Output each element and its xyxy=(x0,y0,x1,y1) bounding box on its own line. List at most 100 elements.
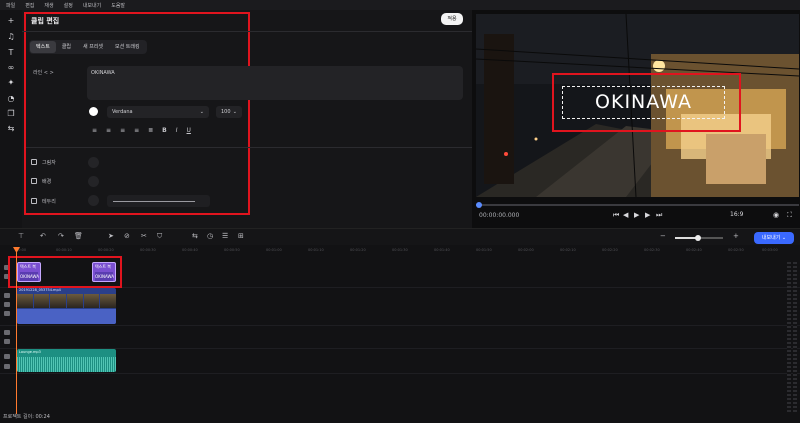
skip-end-icon[interactable]: ⏭ xyxy=(656,211,662,220)
ruler-tick: 00:01:10 xyxy=(308,248,324,252)
align-center-icon[interactable]: ≡ xyxy=(106,127,111,134)
lock-icon[interactable] xyxy=(4,339,10,344)
skip-start-icon[interactable]: ⏮ xyxy=(613,211,619,220)
ruler-tick: 00:00:40 xyxy=(182,248,198,252)
ruler-tick: 00:02:50 xyxy=(728,248,744,252)
speaker-icon[interactable] xyxy=(4,354,10,359)
apply-button[interactable]: 적용 xyxy=(441,13,463,25)
justify-all-icon[interactable]: ≣ xyxy=(148,127,153,134)
shadow-checkbox[interactable] xyxy=(31,159,37,165)
menu-settings[interactable]: 설정 xyxy=(64,2,73,9)
text-color-swatch[interactable] xyxy=(89,107,98,116)
plus-icon[interactable]: + xyxy=(5,16,17,26)
tab-new-preset[interactable]: 새 프리셋 xyxy=(77,41,109,53)
font-select[interactable]: Verdana ⌄ xyxy=(107,106,209,118)
shield-icon[interactable]: ⛉ xyxy=(157,232,162,241)
progress-knob[interactable] xyxy=(476,202,482,208)
scissors-icon[interactable]: ✂ xyxy=(141,232,147,240)
border-style-select[interactable] xyxy=(107,195,210,207)
ruler-tick: 00:02:00 xyxy=(518,248,534,252)
underline-icon[interactable]: U xyxy=(187,127,191,134)
background-color-swatch[interactable] xyxy=(88,176,99,187)
step-forward-icon[interactable]: ▶ xyxy=(645,211,650,219)
ruler-tick: 00:00:50 xyxy=(224,248,240,252)
play-icon[interactable]: ▶ xyxy=(634,211,639,219)
audio-meter-right xyxy=(793,262,797,412)
video-audio-waveform xyxy=(17,309,116,324)
ruler-tick: 00:00:20 xyxy=(98,248,114,252)
ban-icon[interactable]: ⊘ xyxy=(124,232,130,240)
zoom-out-icon[interactable]: − xyxy=(660,232,666,240)
ruler-tick: 00:03:00 xyxy=(762,248,778,252)
aspect-select[interactable]: 16:9 xyxy=(730,211,743,218)
align-left-icon[interactable]: ≡ xyxy=(92,127,97,134)
align-right-icon[interactable]: ≡ xyxy=(120,127,125,134)
video-clip-name: 20191228_053754.mp4 xyxy=(19,288,61,292)
camera-icon[interactable]: ◉ xyxy=(773,211,779,219)
divider xyxy=(26,147,472,148)
lock-icon[interactable] xyxy=(4,311,10,316)
infinity-icon[interactable]: ∞ xyxy=(5,63,17,73)
border-checkbox[interactable] xyxy=(31,198,37,204)
music-note-icon[interactable]: ♫ xyxy=(5,32,17,42)
border-color-swatch[interactable] xyxy=(88,195,99,206)
zoom-slider[interactable] xyxy=(675,235,723,241)
track-divider xyxy=(0,373,800,374)
ruler-tick: 00:02:20 xyxy=(602,248,618,252)
playhead[interactable] xyxy=(16,249,17,414)
line-label[interactable]: 라인 < > xyxy=(33,69,54,76)
audio-waveform xyxy=(17,357,116,372)
sticker-icon[interactable]: ◔ xyxy=(5,94,17,104)
speaker-icon[interactable] xyxy=(4,302,10,307)
ruler-tick: 00:00:10 xyxy=(56,248,72,252)
menu-help[interactable]: 도움말 xyxy=(111,2,125,9)
audio-clip-name: Lounge.mp3 xyxy=(19,350,41,354)
italic-icon[interactable]: I xyxy=(176,127,178,134)
eye-icon[interactable] xyxy=(4,293,10,298)
audio-clip[interactable]: Lounge.mp3 xyxy=(17,349,116,372)
menu-file[interactable]: 파일 xyxy=(6,2,15,9)
time-ruler[interactable]: 00:00 00:00:10 00:00:20 00:00:30 00:00:4… xyxy=(14,246,778,256)
preview-progress[interactable] xyxy=(476,202,799,208)
text-icon[interactable]: T xyxy=(5,48,17,58)
fullscreen-icon[interactable]: ⛶ xyxy=(787,211,792,220)
menu-play[interactable]: 재생 xyxy=(44,2,53,9)
tab-motion-tracking[interactable]: 모션 트래킹 xyxy=(109,41,146,53)
sync-icon[interactable]: ⇆ xyxy=(192,232,198,240)
step-back-icon[interactable]: ◀ xyxy=(623,211,628,219)
zoom-in-icon[interactable]: + xyxy=(733,232,739,240)
tab-clip[interactable]: 클립 xyxy=(56,41,77,53)
export-label: 내보내기 xyxy=(761,235,781,241)
font-size-select[interactable]: 100 ⌄ xyxy=(216,106,242,118)
sparkle-icon[interactable]: ✦ xyxy=(5,78,17,88)
menu-edit[interactable]: 편집 xyxy=(25,2,34,9)
ruler-tick: 00:02:30 xyxy=(644,248,660,252)
delete-icon[interactable]: 🗑 xyxy=(74,232,83,240)
redo-icon[interactable]: ↷ xyxy=(58,232,64,240)
link-icon[interactable]: ⇆ xyxy=(5,124,17,134)
chevron-down-icon: ⌄ xyxy=(781,235,787,241)
ruler-tick: 00:00:30 xyxy=(140,248,156,252)
eye-icon[interactable] xyxy=(4,330,10,335)
sliders-icon[interactable]: ☰ xyxy=(222,232,228,240)
add-track-icon[interactable]: ⊤ xyxy=(18,232,24,240)
video-thumbnails xyxy=(17,294,116,308)
background-checkbox[interactable] xyxy=(31,178,37,184)
ruler-tick: 00:01:50 xyxy=(476,248,492,252)
justify-icon[interactable]: ≡ xyxy=(134,127,139,134)
undo-icon[interactable]: ↶ xyxy=(40,232,46,240)
bold-icon[interactable]: B xyxy=(162,127,167,134)
text-input[interactable]: OKINAWA xyxy=(87,66,463,100)
ruler-tick: 00:01:00 xyxy=(266,248,282,252)
menu-export[interactable]: 내보내기 xyxy=(83,2,101,9)
grid-icon[interactable]: ⊞ xyxy=(238,232,244,240)
shadow-color-swatch[interactable] xyxy=(88,157,99,168)
clock-icon[interactable]: ◷ xyxy=(207,232,213,240)
lock-icon[interactable] xyxy=(4,364,10,369)
export-button[interactable]: 내보내기 ⌄ xyxy=(754,232,794,244)
tab-text[interactable]: 텍스트 xyxy=(30,41,56,53)
layers-icon[interactable]: ❐ xyxy=(5,109,17,119)
select-cursor-icon[interactable]: ➤ xyxy=(108,232,114,240)
text-overlay: OKINAWA xyxy=(595,91,692,113)
video-clip[interactable]: 20191228_053754.mp4 xyxy=(17,288,116,324)
